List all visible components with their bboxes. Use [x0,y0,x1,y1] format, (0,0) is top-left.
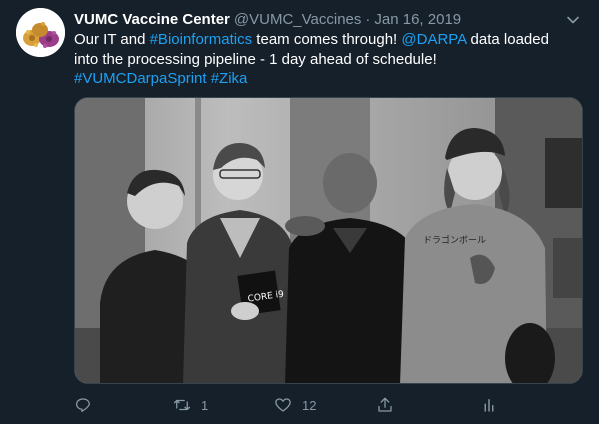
text-segment: Our IT and [74,31,150,48]
tweet-actions: 1 12 [74,392,504,418]
retweet-count: 1 [201,397,209,413]
chevron-down-icon[interactable] [565,12,581,28]
tweet-text: Our IT and #Bioinformatics team comes th… [74,30,574,89]
shirt-text: ドラゴンボール [423,234,486,246]
avatar[interactable] [16,8,65,57]
virus-logo-icon [16,8,65,57]
like-count: 12 [302,397,317,413]
retweet-icon [173,399,191,411]
reply-icon [75,398,90,413]
text-segment: team comes through! [252,31,402,48]
share-icon [378,397,392,412]
analytics-button[interactable] [480,392,498,418]
hashtag-link[interactable]: #Bioinformatics [150,31,253,48]
tweet-photo[interactable]: CORE i9 ドラゴンボール [74,97,583,384]
share-button[interactable] [376,392,394,418]
heart-icon [275,398,291,412]
tweet-date[interactable]: Jan 16, 2019 [374,11,461,28]
mention-link[interactable]: @DARPA [401,31,466,48]
author-handle[interactable]: @VUMC_Vaccines [234,11,362,28]
author-name[interactable]: VUMC Vaccine Center [74,11,230,28]
analytics-icon [484,399,494,412]
reply-button[interactable] [74,392,92,418]
hashtag-link[interactable]: #VUMCDarpaSprint [74,70,207,87]
tweet[interactable]: VUMC Vaccine Center @VUMC_Vaccines · Jan 16… [0,0,599,424]
like-button[interactable]: 12 [274,392,316,418]
tweet-header: VUMC Vaccine Center @VUMC_Vaccines · Jan 16… [74,10,559,30]
retweet-button[interactable]: 1 [173,392,208,418]
separator-dot: · [365,11,371,28]
group-photo: CORE i9 ドラゴンボール [75,98,582,383]
hashtag-link[interactable]: #Zika [211,70,248,87]
